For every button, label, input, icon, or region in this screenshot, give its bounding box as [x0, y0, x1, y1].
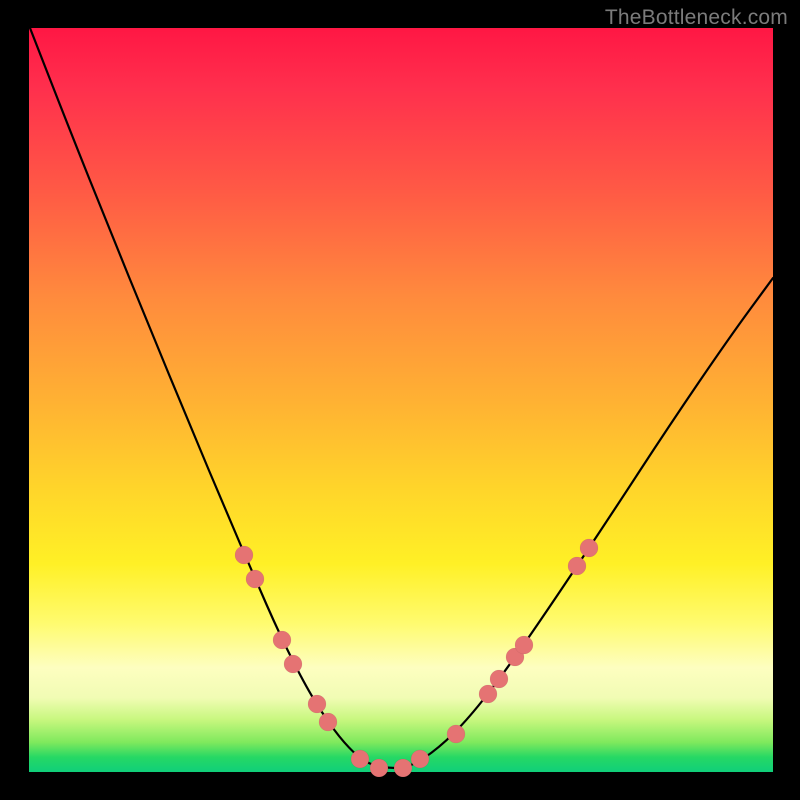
watermark-text: TheBottleneck.com — [605, 6, 788, 30]
marker-dot — [235, 546, 253, 564]
marker-dot — [580, 539, 598, 557]
marker-dots-group — [235, 539, 598, 777]
marker-dot — [447, 725, 465, 743]
marker-dot — [308, 695, 326, 713]
marker-dot — [568, 557, 586, 575]
marker-dot — [394, 759, 412, 777]
plot-area — [29, 28, 773, 772]
bottleneck-curve — [30, 28, 773, 768]
outer-frame: TheBottleneck.com — [0, 0, 800, 800]
marker-dot — [479, 685, 497, 703]
marker-dot — [370, 759, 388, 777]
marker-dot — [515, 636, 533, 654]
marker-dot — [351, 750, 369, 768]
marker-dot — [284, 655, 302, 673]
marker-dot — [273, 631, 291, 649]
marker-dot — [490, 670, 508, 688]
marker-dot — [319, 713, 337, 731]
chart-svg — [29, 28, 773, 772]
marker-dot — [246, 570, 264, 588]
marker-dot — [411, 750, 429, 768]
